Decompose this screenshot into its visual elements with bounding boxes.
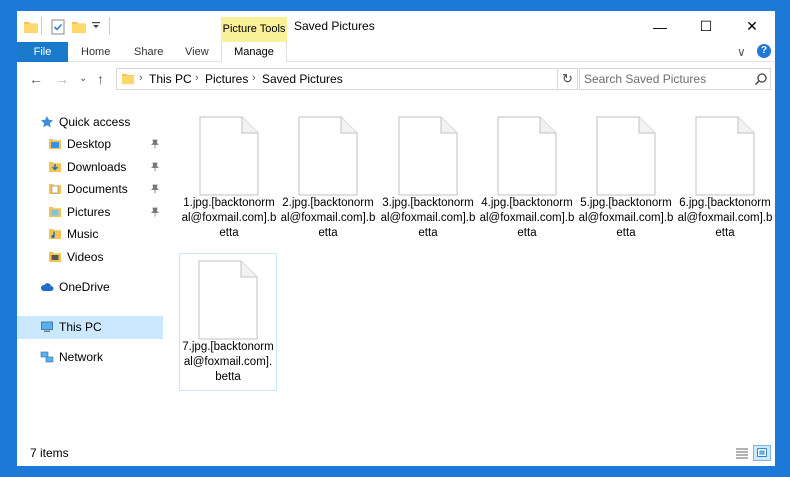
forward-arrow-icon[interactable]: → (55, 70, 69, 88)
blank-file-icon (298, 116, 358, 196)
address-toolbar: ← → ⌄ ↑ › This PC › Pictures › Saved Pic… (17, 62, 775, 96)
status-bar: 7 items (17, 439, 775, 466)
folder-icon (122, 73, 134, 85)
sidebar-item-videos[interactable]: Videos (48, 246, 103, 268)
pin-icon[interactable] (150, 207, 160, 217)
file-item[interactable]: 4.jpg.[backtonormal@foxmail.com].betta (478, 116, 576, 241)
breadcrumb-this-pc[interactable]: This PC (149, 72, 192, 86)
breadcrumb-separator[interactable]: › (252, 72, 256, 84)
navigation-pane: Quick access Desktop Downloads Documents… (17, 96, 163, 439)
new-folder-icon[interactable] (71, 19, 87, 35)
sidebar-item-desktop[interactable]: Desktop (48, 133, 111, 155)
file-item[interactable]: 5.jpg.[backtonormal@foxmail.com].betta (577, 116, 675, 241)
file-name: 5.jpg.[backtonormal@foxmail.com].betta (578, 197, 674, 239)
picture-tools-context-tab: Picture Tools (221, 17, 287, 42)
search-box[interactable] (579, 68, 771, 90)
cloud-icon (40, 283, 54, 291)
large-icons-view-icon[interactable] (753, 445, 771, 461)
sidebar-item-label: This PC (59, 320, 102, 334)
properties-icon[interactable] (50, 19, 66, 35)
sidebar-item-downloads[interactable]: Downloads (48, 156, 126, 178)
breadcrumb-separator[interactable]: › (195, 72, 199, 84)
sidebar-item-label: Quick access (59, 115, 131, 129)
breadcrumb-saved-pictures[interactable]: Saved Pictures (262, 72, 343, 86)
blank-file-icon (695, 116, 755, 196)
details-view-icon[interactable] (733, 445, 751, 461)
sidebar-item-label: Music (67, 227, 99, 241)
file-item[interactable]: 3.jpg.[backtonormal@foxmail.com].betta (379, 116, 477, 241)
sidebar-item-this-pc[interactable]: This PC (40, 316, 102, 338)
close-button[interactable]: ✕ (729, 11, 775, 42)
back-arrow-icon[interactable]: ← (29, 70, 43, 88)
help-button[interactable]: ? (757, 44, 771, 58)
ribbon-collapse-chevron-icon[interactable]: ∨ (737, 42, 746, 62)
computer-icon (41, 321, 53, 332)
sidebar-item-quick-access[interactable]: Quick access (40, 111, 130, 133)
tab-view[interactable]: View (185, 42, 209, 62)
videos-folder-icon (49, 252, 61, 262)
sidebar-item-documents[interactable]: Documents (48, 178, 128, 200)
blank-file-icon (198, 260, 258, 340)
sidebar-item-label: Documents (67, 182, 128, 196)
documents-folder-icon (49, 184, 61, 194)
refresh-button[interactable]: ↻ (558, 68, 578, 90)
file-name: 4.jpg.[backtonormal@foxmail.com].betta (479, 197, 575, 239)
blank-file-icon (596, 116, 656, 196)
file-name: 3.jpg.[backtonormal@foxmail.com].betta (380, 197, 476, 239)
ribbon-tabs: File Home Share View Manage ∨ ? (17, 42, 775, 62)
sidebar-item-music[interactable]: Music (48, 223, 98, 245)
sidebar-item-label: Downloads (67, 160, 127, 174)
customize-toolbar-icon[interactable] (91, 21, 101, 31)
sidebar-item-onedrive[interactable]: OneDrive (40, 276, 110, 298)
file-name: 1.jpg.[backtonormal@foxmail.com].betta (181, 197, 277, 239)
sidebar-item-network[interactable]: Network (40, 346, 103, 368)
address-bar[interactable]: › This PC › Pictures › Saved Pictures ⌄ (116, 68, 651, 90)
minimize-button[interactable]: — (637, 11, 683, 42)
sidebar-item-pictures[interactable]: Pictures (48, 201, 110, 223)
maximize-button[interactable]: ☐ (683, 11, 729, 42)
sidebar-item-label: Network (59, 350, 104, 364)
file-item[interactable]: 7.jpg.[backtonormal@foxmail.com].betta (179, 253, 277, 391)
window-title: Saved Pictures (294, 19, 375, 33)
sidebar-item-label: Pictures (67, 205, 111, 219)
file-item[interactable]: 1.jpg.[backtonormal@foxmail.com].betta (180, 116, 278, 241)
up-arrow-icon[interactable]: ↑ (97, 70, 104, 88)
tab-manage[interactable]: Manage (221, 42, 287, 62)
pictures-folder-icon (49, 207, 61, 217)
file-name: 2.jpg.[backtonormal@foxmail.com].betta (280, 197, 376, 239)
sidebar-item-label: Videos (67, 250, 104, 264)
tab-home[interactable]: Home (81, 42, 110, 62)
blank-file-icon (497, 116, 557, 196)
blank-file-icon (398, 116, 458, 196)
file-item[interactable]: 6.jpg.[backtonormal@foxmail.com].betta (676, 116, 774, 241)
search-icon[interactable] (754, 72, 768, 86)
tab-share[interactable]: Share (134, 42, 163, 62)
downloads-folder-icon (49, 162, 61, 172)
network-icon (40, 351, 54, 363)
sidebar-item-label: Desktop (67, 137, 112, 151)
title-bar: Picture Tools Saved Pictures — ☐ ✕ (17, 11, 775, 42)
file-list: 1.jpg.[backtonormal@foxmail.com].betta 2… (163, 96, 775, 439)
pin-icon[interactable] (150, 184, 160, 194)
folder-icon[interactable] (23, 19, 39, 35)
desktop-folder-icon (49, 139, 61, 149)
pin-icon[interactable] (150, 139, 160, 149)
star-icon (41, 116, 53, 128)
breadcrumb-pictures[interactable]: Pictures (205, 72, 248, 86)
pin-icon[interactable] (150, 162, 160, 172)
explorer-window: Picture Tools Saved Pictures — ☐ ✕ File … (17, 11, 775, 466)
item-count: 7 items (30, 446, 69, 460)
title-divider (41, 17, 42, 35)
recent-locations-chevron-icon[interactable]: ⌄ (79, 70, 87, 88)
breadcrumb-separator[interactable]: › (139, 72, 143, 84)
search-input[interactable] (584, 71, 744, 87)
music-folder-icon (49, 229, 61, 239)
file-name: 7.jpg.[backtonormal@foxmail.com].betta (182, 341, 274, 383)
blank-file-icon (199, 116, 259, 196)
file-item[interactable]: 2.jpg.[backtonormal@foxmail.com].betta (279, 116, 377, 241)
file-tab[interactable]: File (17, 42, 68, 62)
title-divider (109, 17, 110, 35)
sidebar-item-label: OneDrive (59, 280, 110, 294)
file-name: 6.jpg.[backtonormal@foxmail.com].betta (677, 197, 773, 239)
